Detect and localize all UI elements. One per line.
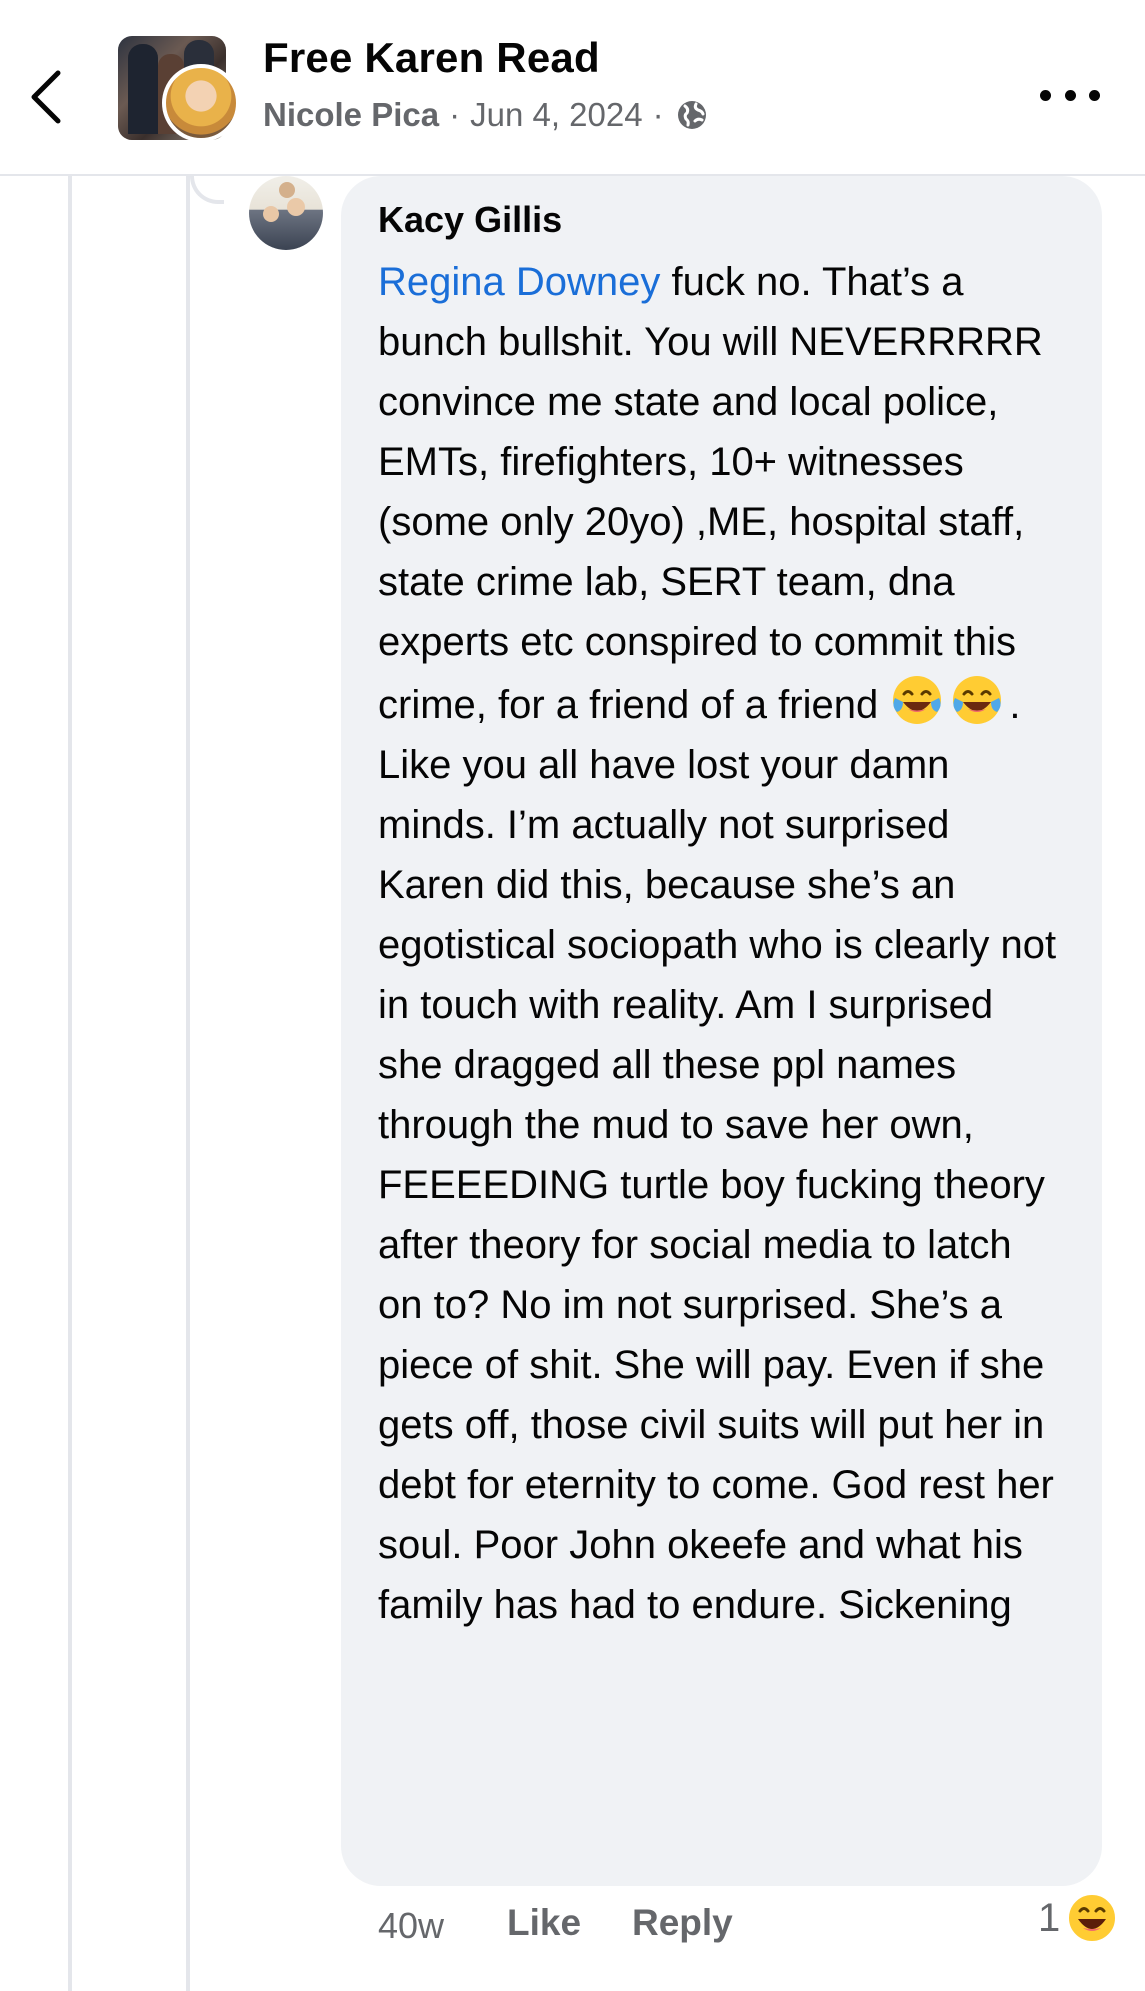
- tears-of-joy-emoji-icon: [949, 672, 1005, 728]
- like-button[interactable]: Like: [507, 1902, 581, 1944]
- more-options-button[interactable]: [1040, 80, 1100, 110]
- thread-line-outer: [68, 176, 72, 1991]
- reaction-summary[interactable]: 1: [1038, 1892, 1118, 1944]
- haha-reaction-icon: [1067, 1893, 1118, 1943]
- commenter-avatar[interactable]: [249, 176, 323, 250]
- post-date[interactable]: Jun 4, 2024: [470, 96, 642, 134]
- post-meta: Nicole Pica · Jun 4, 2024 ·: [263, 96, 708, 134]
- back-button[interactable]: [20, 62, 70, 132]
- mention-link[interactable]: Regina Downey: [378, 260, 660, 304]
- meta-separator: ·: [449, 96, 461, 133]
- group-profile-picture[interactable]: [118, 36, 240, 142]
- comment-text: Regina Downey fuck no. That’s a bunch bu…: [378, 252, 1066, 1635]
- more-dot-icon: [1089, 89, 1100, 101]
- post-header: Free Karen Read Nicole Pica · Jun 4, 202…: [0, 0, 1145, 176]
- thread-branch: [190, 176, 224, 204]
- comment-timestamp[interactable]: 40w: [378, 1905, 444, 1947]
- reaction-count: 1: [1038, 1895, 1061, 1940]
- globe-icon: [676, 99, 708, 131]
- comment-bubble: Kacy Gillis Regina Downey fuck no. That’…: [341, 176, 1102, 1886]
- chevron-left-icon: [31, 70, 61, 124]
- group-name[interactable]: Free Karen Read: [263, 34, 600, 82]
- author-name[interactable]: Nicole Pica: [263, 96, 439, 134]
- author-avatar[interactable]: [162, 64, 240, 142]
- reply-button[interactable]: Reply: [632, 1902, 733, 1944]
- meta-separator: ·: [652, 96, 664, 133]
- more-dot-icon: [1064, 89, 1076, 101]
- tears-of-joy-emoji-icon: [889, 672, 945, 728]
- commenter-name[interactable]: Kacy Gillis: [378, 200, 1066, 240]
- more-dot-icon: [1040, 89, 1051, 101]
- thread-line-inner: [186, 176, 190, 1991]
- comment-text-part1: fuck no. That’s a bunch bullshit. You wi…: [378, 260, 1043, 727]
- comment-text-part2: . Like you all have lost your damn minds…: [378, 683, 1057, 1627]
